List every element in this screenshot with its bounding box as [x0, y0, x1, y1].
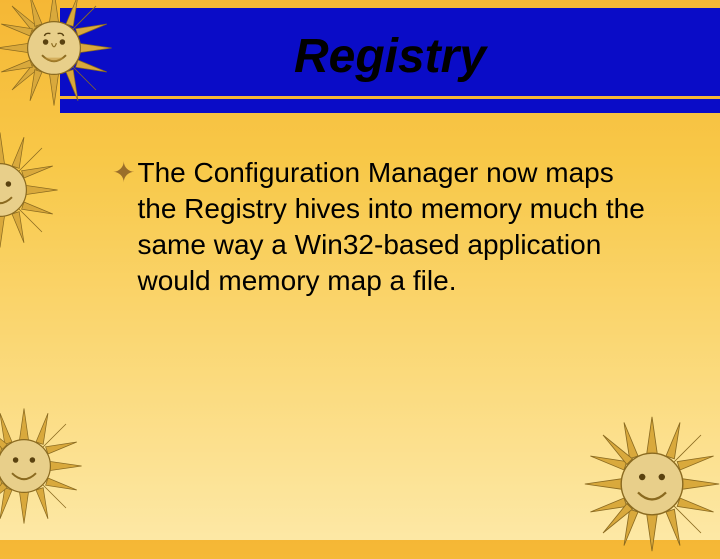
bullet-text: The Configuration Manager now maps the R… [137, 155, 648, 299]
bullet-item: ✦ The Configuration Manager now maps the… [112, 155, 648, 299]
bullet-icon: ✦ [112, 155, 135, 191]
sun-icon [0, 0, 114, 108]
title-bar: Registry [60, 8, 720, 113]
slide-body: ✦ The Configuration Manager now maps the… [112, 155, 648, 299]
title-divider [60, 96, 720, 99]
slide-title: Registry [294, 29, 486, 84]
sun-icon [0, 406, 84, 526]
sun-icon [0, 130, 60, 250]
sun-icon [582, 414, 720, 554]
